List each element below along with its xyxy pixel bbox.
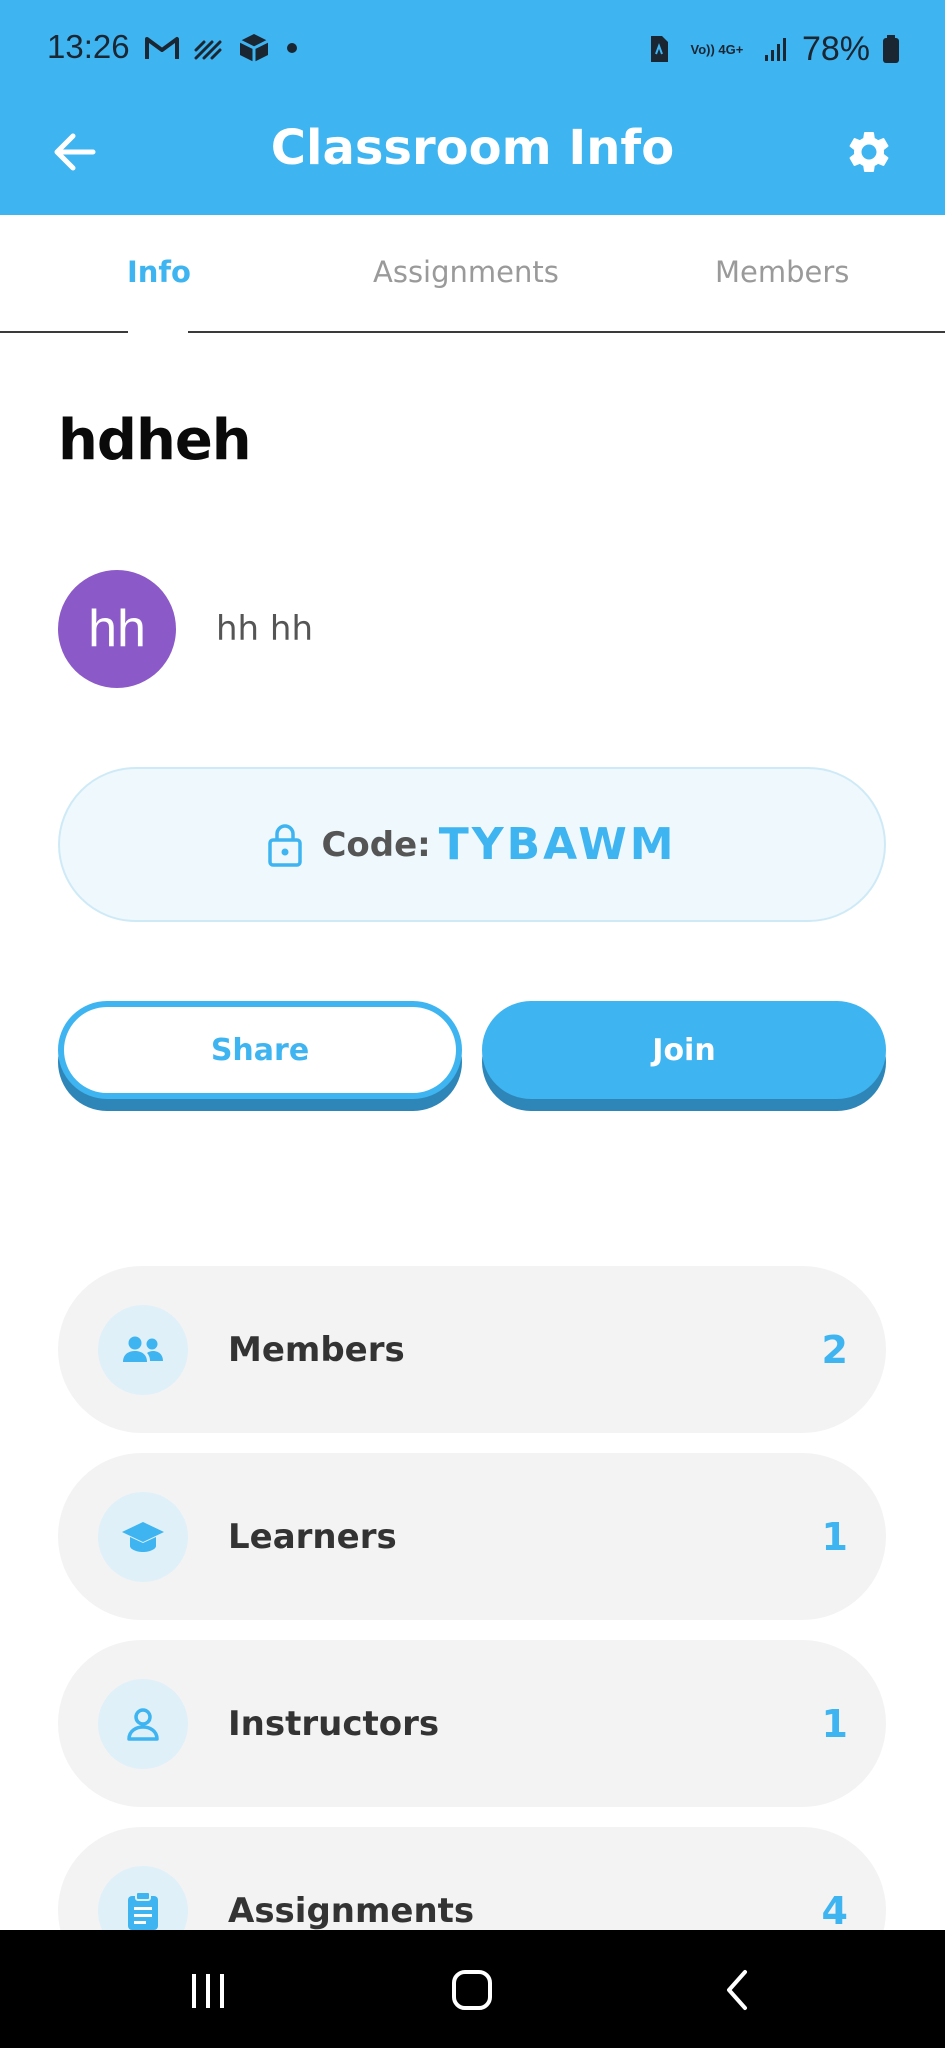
stat-label: Members <box>228 1329 405 1370</box>
stat-count: 1 <box>821 1514 848 1559</box>
action-buttons: Share Join <box>58 1001 886 1109</box>
stat-count: 4 <box>821 1888 848 1933</box>
signal-icon <box>764 38 786 61</box>
stat-count: 1 <box>821 1701 848 1746</box>
battery-percent: 78% <box>801 29 870 68</box>
stat-instructors[interactable]: Instructors 1 <box>58 1640 886 1807</box>
graduation-cap-icon <box>98 1491 188 1582</box>
gear-icon <box>849 132 889 172</box>
stat-label: Instructors <box>228 1703 440 1744</box>
stat-count: 2 <box>821 1327 848 1372</box>
page-title: Classroom Info <box>270 120 675 176</box>
app-cube-icon <box>239 34 269 62</box>
class-code-box[interactable]: Code: TYBAWM <box>58 767 886 922</box>
chevron-left-icon <box>727 1970 747 2010</box>
stream-icon <box>194 40 222 60</box>
system-nav-bar <box>0 1930 945 2048</box>
code-value: TYBAWM <box>438 819 677 870</box>
status-time: 13:26 <box>47 28 130 65</box>
code-label: Code: <box>321 824 431 865</box>
notification-icons <box>145 30 299 66</box>
app-bar: Classroom Info <box>0 100 945 215</box>
recents-button[interactable] <box>178 1960 238 2020</box>
header: 13:26 Vo)) 4G+ 78% Classroom Info <box>0 0 945 215</box>
stat-label: Assignments <box>228 1890 475 1931</box>
active-tab-indicator <box>128 331 188 335</box>
network-labels: Vo)) 4G+ <box>682 43 752 56</box>
share-button[interactable]: Share <box>58 1001 462 1099</box>
home-icon <box>452 1970 492 2010</box>
network-type-top: Vo)) 4G+ <box>690 41 744 57</box>
status-bar: 13:26 Vo)) 4G+ 78% <box>0 0 945 100</box>
home-button[interactable] <box>442 1960 502 2020</box>
owner-name: hh hh <box>216 609 314 649</box>
recents-icon <box>192 1974 224 2008</box>
stat-members[interactable]: Members 2 <box>58 1266 886 1433</box>
gmail-icon <box>145 37 179 59</box>
battery-icon <box>883 35 899 63</box>
stat-label: Learners <box>228 1516 397 1557</box>
status-right: Vo)) 4G+ 78% <box>648 26 900 72</box>
classroom-name: hdheh <box>58 408 252 473</box>
tab-assignments[interactable]: Assignments <box>373 255 559 289</box>
back-nav-button[interactable] <box>706 1960 766 2020</box>
dot-icon <box>287 43 297 53</box>
settings-button[interactable] <box>837 120 901 184</box>
sim-icon <box>650 36 668 62</box>
tab-members[interactable]: Members <box>715 255 849 289</box>
join-button[interactable]: Join <box>482 1001 886 1099</box>
people-icon <box>98 1304 188 1395</box>
stat-learners[interactable]: Learners 1 <box>58 1453 886 1620</box>
person-icon <box>98 1678 188 1769</box>
owner-row: hh hh hh <box>58 570 313 688</box>
tab-bar: Info Assignments Members <box>0 215 945 335</box>
tab-info[interactable]: Info <box>127 255 191 289</box>
lock-icon <box>268 823 303 867</box>
avatar: hh <box>58 570 176 688</box>
